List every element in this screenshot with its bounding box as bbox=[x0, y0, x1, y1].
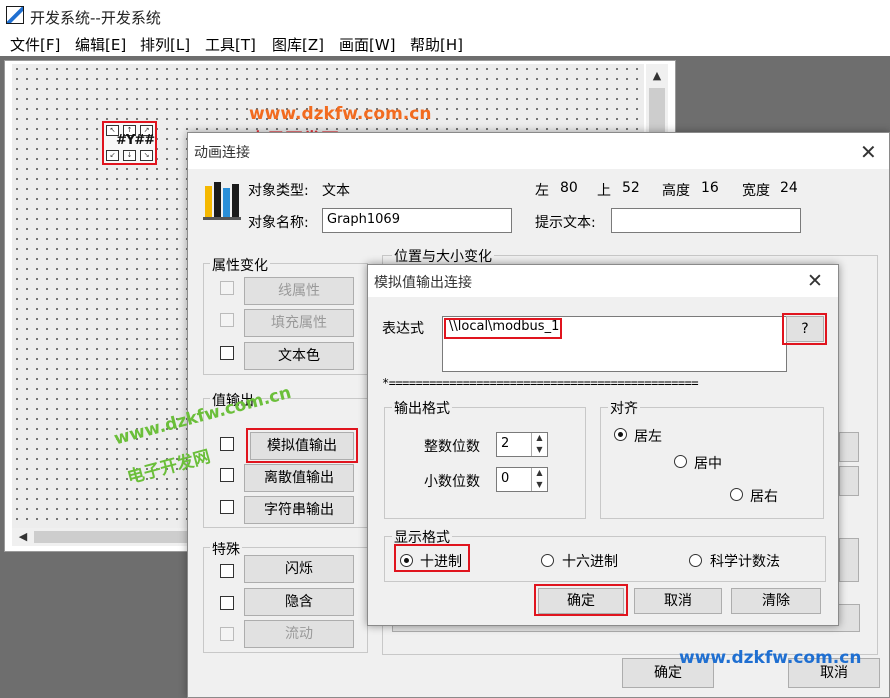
line-attr-button[interactable]: 线属性 bbox=[244, 277, 354, 305]
animation-dialog-title: 动画连接 bbox=[194, 145, 250, 161]
align-right-label: 居右 bbox=[750, 489, 778, 505]
align-title: 对齐 bbox=[608, 398, 640, 418]
align-center-label: 居中 bbox=[694, 456, 722, 472]
menu-screen[interactable]: 画面[W] bbox=[339, 34, 396, 55]
help-button-highlight bbox=[782, 313, 827, 345]
menu-library[interactable]: 图库[Z] bbox=[272, 34, 324, 55]
watermark-url-blue: www.dzkfw.com.cn bbox=[679, 648, 862, 668]
flow-checkbox[interactable] bbox=[220, 627, 234, 641]
object-name-field[interactable]: Graph1069 bbox=[322, 208, 512, 233]
resize-handle-icon[interactable]: ↙ bbox=[106, 150, 119, 161]
expression-highlight bbox=[444, 318, 562, 339]
width-label: 宽度 bbox=[742, 183, 770, 199]
menu-tools[interactable]: 工具[T] bbox=[205, 34, 256, 55]
books-icon bbox=[203, 182, 241, 220]
object-type-label: 对象类型: bbox=[248, 183, 309, 199]
resize-handle-icon[interactable]: ↓ bbox=[123, 150, 136, 161]
left-value: 80 bbox=[560, 180, 578, 196]
analog-output-checkbox[interactable] bbox=[220, 437, 234, 451]
hex-radio[interactable] bbox=[541, 554, 554, 567]
menu-help[interactable]: 帮助[H] bbox=[410, 34, 463, 55]
decimal-digits-label: 小数位数 bbox=[424, 474, 480, 490]
graph-object-text: #Y## bbox=[116, 133, 155, 148]
hint-text-label: 提示文本: bbox=[535, 215, 596, 231]
discrete-output-checkbox[interactable] bbox=[220, 468, 234, 482]
close-icon[interactable]: ✕ bbox=[860, 140, 877, 164]
hex-label: 十六进制 bbox=[562, 554, 618, 570]
animation-dialog-titlebar bbox=[188, 133, 889, 169]
hidden-button-edge[interactable] bbox=[839, 432, 859, 462]
height-label: 高度 bbox=[662, 183, 690, 199]
string-output-checkbox[interactable] bbox=[220, 500, 234, 514]
align-center-radio[interactable] bbox=[674, 455, 687, 468]
align-left-label: 居左 bbox=[634, 429, 662, 445]
height-value: 16 bbox=[701, 180, 719, 196]
line-attr-checkbox[interactable] bbox=[220, 281, 234, 295]
scientific-radio[interactable] bbox=[689, 554, 702, 567]
expression-label: 表达式 bbox=[382, 321, 424, 337]
analog-output-highlight bbox=[246, 428, 358, 463]
left-label: 左 bbox=[535, 183, 549, 199]
top-value: 52 bbox=[622, 180, 640, 196]
scroll-up-arrow-icon[interactable]: ▲ bbox=[646, 66, 668, 86]
fill-attr-checkbox[interactable] bbox=[220, 313, 234, 327]
menubar: 文件[F] 编辑[E] 排列[L] 工具[T] 图库[Z] 画面[W] 帮助[H… bbox=[0, 32, 890, 56]
decimal-highlight bbox=[394, 544, 470, 572]
integer-digits-stepper[interactable]: ▲ ▼ bbox=[531, 433, 547, 456]
close-icon[interactable]: ✕ bbox=[807, 270, 823, 292]
ok-button-highlight bbox=[534, 584, 628, 616]
hidden-button-edge[interactable] bbox=[839, 538, 859, 582]
output-format-title: 输出格式 bbox=[392, 398, 452, 418]
align-left-radio[interactable] bbox=[614, 428, 627, 441]
analog-cancel-button[interactable]: 取消 bbox=[634, 588, 722, 614]
hide-button[interactable]: 隐含 bbox=[244, 588, 354, 616]
property-change-title: 属性变化 bbox=[210, 255, 270, 275]
hint-text-field[interactable] bbox=[611, 208, 801, 233]
top-label: 上 bbox=[597, 183, 611, 199]
decimal-digits-stepper[interactable]: ▲ ▼ bbox=[531, 468, 547, 491]
text-color-button[interactable]: 文本色 bbox=[244, 342, 354, 370]
integer-digits-label: 整数位数 bbox=[424, 439, 480, 455]
menu-edit[interactable]: 编辑[E] bbox=[75, 34, 126, 55]
discrete-output-button[interactable]: 离散值输出 bbox=[244, 464, 354, 492]
blink-checkbox[interactable] bbox=[220, 564, 234, 578]
position-size-title: 位置与大小变化 bbox=[392, 246, 494, 266]
separator-line: *=======================================… bbox=[382, 376, 699, 390]
menu-file[interactable]: 文件[F] bbox=[10, 34, 60, 55]
watermark-url: www.dzkfw.com.cn bbox=[249, 104, 432, 124]
scroll-left-arrow-icon[interactable]: ◀ bbox=[14, 528, 32, 546]
hide-checkbox[interactable] bbox=[220, 596, 234, 610]
fill-attr-button[interactable]: 填充属性 bbox=[244, 309, 354, 337]
analog-dialog-title: 模拟值输出连接 bbox=[374, 275, 472, 291]
special-title: 特殊 bbox=[210, 539, 242, 559]
blink-button[interactable]: 闪烁 bbox=[244, 555, 354, 583]
app-title: 开发系统--开发系统 bbox=[30, 9, 161, 27]
object-type-value: 文本 bbox=[322, 183, 350, 199]
object-name-label: 对象名称: bbox=[248, 215, 309, 231]
align-right-radio[interactable] bbox=[730, 488, 743, 501]
width-value: 24 bbox=[780, 180, 798, 196]
app-pencil-icon bbox=[6, 6, 24, 24]
menu-arrange[interactable]: 排列[L] bbox=[140, 34, 190, 55]
analog-clear-button[interactable]: 清除 bbox=[731, 588, 821, 614]
text-color-checkbox[interactable] bbox=[220, 346, 234, 360]
resize-handle-icon[interactable]: ↘ bbox=[140, 150, 153, 161]
scientific-label: 科学计数法 bbox=[710, 554, 780, 570]
string-output-button[interactable]: 字符串输出 bbox=[244, 496, 354, 524]
flow-button[interactable]: 流动 bbox=[244, 620, 354, 648]
output-format-group bbox=[384, 407, 586, 519]
hidden-button-edge[interactable] bbox=[839, 466, 859, 496]
